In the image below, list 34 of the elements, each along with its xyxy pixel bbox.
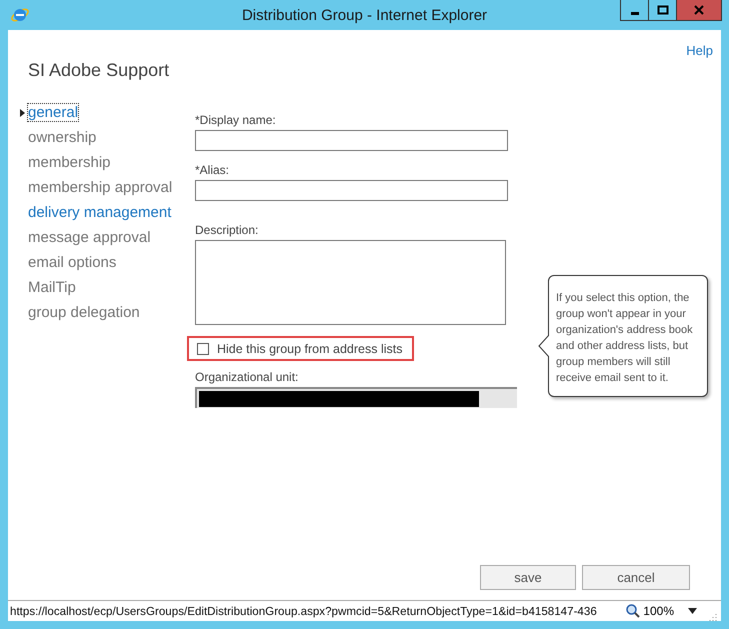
- maximize-icon: [656, 5, 668, 15]
- field-label: Description:: [195, 223, 260, 237]
- nav-item[interactable]: delivery management: [28, 204, 172, 221]
- field-label: *Alias:: [195, 163, 230, 177]
- checkbox[interactable]: [197, 342, 209, 354]
- cancel-button[interactable]: cancel: [582, 565, 690, 590]
- nav-item[interactable]: group delegation: [28, 304, 140, 321]
- nav-item[interactable]: message approval: [28, 229, 151, 246]
- input-field[interactable]: [195, 180, 508, 201]
- window-title: Distribution Group - Internet Explorer: [242, 6, 488, 24]
- input-field[interactable]: [195, 130, 508, 151]
- nav-item[interactable]: membership approval: [28, 179, 172, 196]
- description-field[interactable]: [195, 240, 506, 325]
- close-button[interactable]: [676, 0, 722, 21]
- field-label: *Display name:: [195, 113, 277, 127]
- help-link[interactable]: Help: [686, 43, 713, 58]
- checkbox-label: Hide this group from address lists: [217, 342, 402, 356]
- nav-item[interactable]: ownership: [28, 129, 96, 146]
- close-icon: [694, 5, 704, 15]
- nav-item[interactable]: MailTip: [28, 279, 76, 296]
- zoom-icon: [626, 604, 640, 618]
- field-label: Organizational unit:: [195, 370, 300, 384]
- minimize-icon: [630, 12, 638, 15]
- dropdown-caret-icon[interactable]: [688, 608, 697, 614]
- nav-item[interactable]: email options: [28, 254, 116, 271]
- nav-item[interactable]: general: [28, 104, 78, 121]
- resize-grip-icon[interactable]: [707, 611, 717, 621]
- save-button[interactable]: save: [480, 565, 576, 590]
- minimize-button[interactable]: [620, 0, 649, 21]
- status-url: https://localhost/ecp/UsersGroups/EditDistributionGroup.aspx?pwmcid=5&ReturnObjectType=1&id=b4158147-436: [10, 604, 598, 618]
- zoom-level[interactable]: 100%: [643, 604, 674, 618]
- page-heading: SI Adobe Support: [27, 59, 170, 82]
- nav-item[interactable]: membership: [28, 154, 111, 171]
- tooltip-text: If you select this option, the group won't appear in your organization's address book and other address lists, but group members will still receive email sent to it.: [556, 292, 693, 384]
